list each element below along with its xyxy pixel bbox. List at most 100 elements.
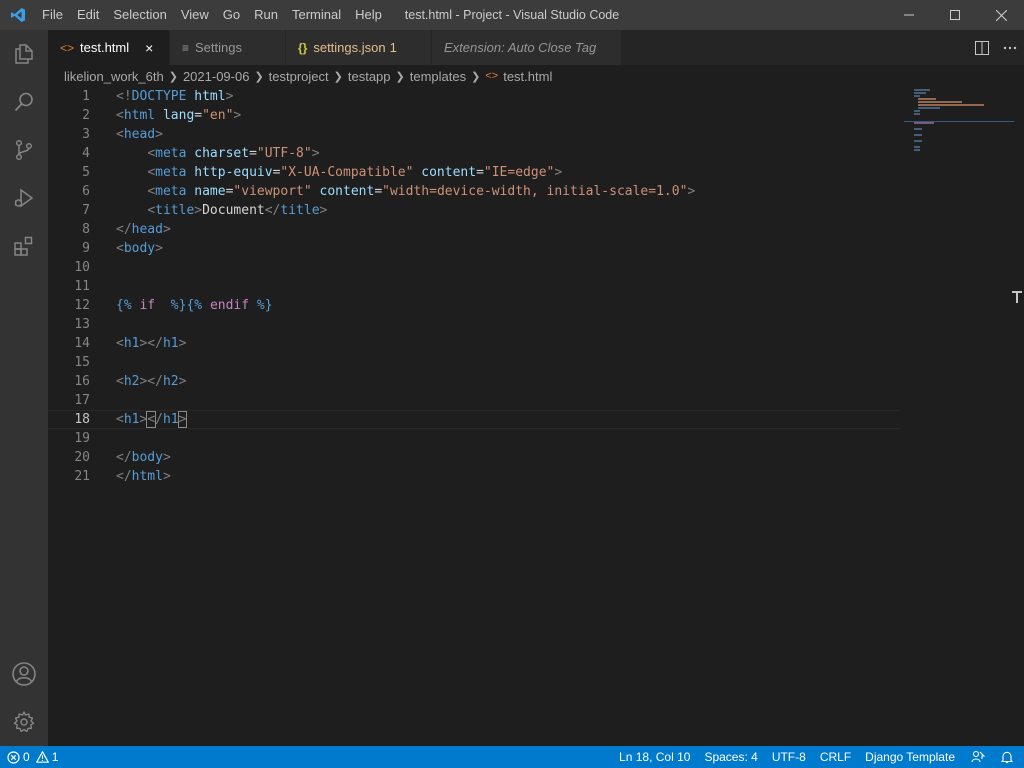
line-number: 2 [82,108,90,123]
menu-bar: File Edit Selection View Go Run Terminal… [35,0,389,30]
menu-terminal[interactable]: Terminal [285,0,348,30]
line-number: 7 [82,203,90,218]
menu-file[interactable]: File [35,0,70,30]
code-text: </body> [116,450,171,465]
line-number: 10 [74,260,90,275]
editor-actions [968,30,1024,65]
status-bar-right: Ln 18, Col 10 Spaces: 4 UTF-8 CRLF Djang… [612,746,1024,768]
code-line: 13 [48,315,900,334]
code-text: <head> [116,127,163,142]
accounts-button[interactable] [0,650,48,698]
code-text: </html> [116,469,171,484]
account-icon [12,662,36,686]
code-line: 17 [48,391,900,410]
menu-edit[interactable]: Edit [70,0,106,30]
source-control-icon [15,139,33,161]
tab-test-html[interactable]: <> test.html × [48,30,170,65]
source-control-button[interactable] [0,126,48,174]
menu-help[interactable]: Help [348,0,389,30]
code-line: 2 <html lang="en"> [48,106,900,125]
line-number: 21 [74,469,90,484]
code-line: 16 <h2></h2> [48,372,900,391]
code-line: 19 [48,429,900,448]
line-number: 3 [82,127,90,142]
line-number: 19 [74,431,90,446]
end-of-line[interactable]: CRLF [813,746,858,768]
minimap-line [914,95,920,97]
code-line: 11 [48,277,900,296]
menu-run[interactable]: Run [247,0,285,30]
breadcrumb-item[interactable]: 2021-09-06 [183,69,250,84]
tab-extension-auto-close-tag[interactable]: Extension: Auto Close Tag [432,30,622,65]
line-number: 14 [74,336,90,351]
menu-view[interactable]: View [174,0,216,30]
chevron-right-icon: ❯ [395,70,405,83]
close-window-button[interactable] [978,0,1024,30]
tab-label: Extension: Auto Close Tag [444,40,597,55]
line-number: 8 [82,222,90,237]
chevron-right-icon: ❯ [471,70,481,83]
ellipsis-icon [1003,46,1017,49]
run-debug-button[interactable] [0,174,48,222]
minimap[interactable] [904,87,1024,746]
editor-tabs: <> test.html × ≡ Settings {} settings.js… [48,30,1024,65]
encoding[interactable]: UTF-8 [765,746,813,768]
problems-indicator[interactable]: 0 1 [0,746,65,768]
line-number: 15 [74,355,90,370]
tab-settings-json[interactable]: {} settings.json 1 [286,30,432,65]
vscode-logo-icon [0,0,35,30]
close-tab-icon[interactable]: × [145,40,153,56]
title-bar: File Edit Selection View Go Run Terminal… [0,0,1024,30]
minimap-line [914,110,920,112]
manage-button[interactable] [0,698,48,746]
minimap-line [918,104,984,106]
feedback-button[interactable] [962,746,994,768]
breadcrumb-item[interactable]: testapp [348,69,391,84]
breadcrumb-item[interactable]: likelion_work_6th [64,69,164,84]
minimap-line [914,140,922,142]
code-line: 3 <head> [48,125,900,144]
breadcrumb-item[interactable]: test.html [503,69,552,84]
line-number: 6 [82,184,90,199]
code-editor[interactable]: 1 <!DOCTYPE html> 2 <html lang="en"> 3 <… [48,87,1024,746]
explorer-button[interactable] [0,30,48,78]
code-line: 12 {% if %}{% endif %} [48,296,900,315]
code-line: 5 <meta http-equiv="X-UA-Compatible" con… [48,163,900,182]
settings-file-icon: ≡ [182,40,190,55]
code-line: 14 <h1></h1> [48,334,900,353]
extensions-button[interactable] [0,222,48,270]
files-icon [15,44,33,64]
breadcrumb-item[interactable]: testproject [269,69,329,84]
maximize-icon [950,10,960,20]
indentation[interactable]: Spaces: 4 [697,746,764,768]
minimize-button[interactable] [886,0,932,30]
line-number: 12 [74,298,90,313]
warning-count: 1 [51,750,59,764]
code-line: 20 </body> [48,448,900,467]
breadcrumb-item[interactable]: templates [410,69,466,84]
breadcrumb: likelion_work_6th ❯ 2021-09-06 ❯ testpro… [48,65,1024,87]
language-mode[interactable]: Django Template [858,746,962,768]
vertical-scrollbar[interactable] [1010,87,1024,746]
json-file-icon: {} [298,40,308,55]
code-line: 1 <!DOCTYPE html> [48,87,900,106]
cursor-position[interactable]: Ln 18, Col 10 [612,746,697,768]
current-code-line: 18 <h1></h1> [48,410,900,429]
notifications-button[interactable] [994,746,1024,768]
code-text: <h1></h1> [116,336,187,351]
line-number: 5 [82,165,90,180]
minimap-line [914,122,934,124]
split-editor-button[interactable] [968,30,996,65]
menu-go[interactable]: Go [216,0,247,30]
minimap-line [918,98,936,100]
code-line: 7 <title>Document</title> [48,201,900,220]
menu-selection[interactable]: Selection [106,0,173,30]
minimap-line [914,113,920,115]
gear-icon [13,711,35,733]
maximize-button[interactable] [932,0,978,30]
search-button[interactable] [0,78,48,126]
more-actions-button[interactable] [996,30,1024,65]
tab-settings[interactable]: ≡ Settings [170,30,286,65]
tab-label: Settings [195,40,242,55]
code-line: 8 </head> [48,220,900,239]
